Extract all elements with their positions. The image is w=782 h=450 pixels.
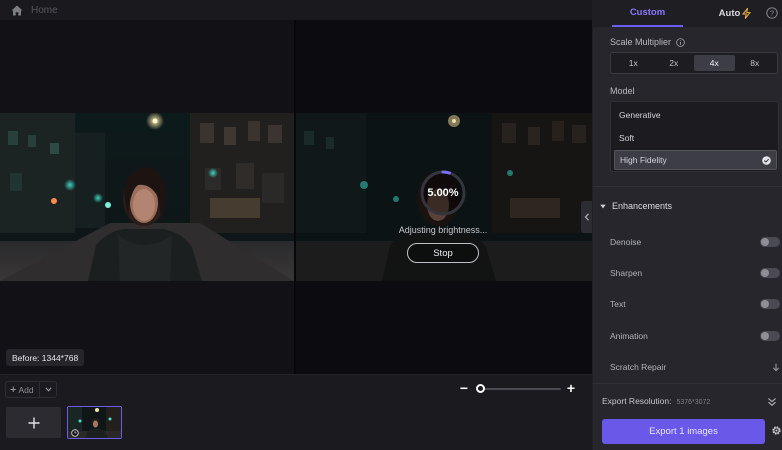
section-divider <box>593 186 782 187</box>
status-text: Adjusting brightness... <box>398 225 488 235</box>
tab-auto-label: Auto <box>718 7 741 19</box>
mode-tabs: Custom Auto ? <box>593 0 782 27</box>
denoise-toggle[interactable] <box>760 237 780 247</box>
enhancements-header[interactable]: Enhancements <box>600 201 672 211</box>
animation-row: Animation <box>610 329 780 343</box>
model-option-generative[interactable]: Generative <box>614 105 777 125</box>
add-image-tile[interactable] <box>6 407 61 438</box>
export-resolution: Export Resolution: 5376*3072 <box>602 396 710 406</box>
settings-panel: Custom Auto ? Scale Multiplier 1x 2x 4x … <box>592 0 782 450</box>
text-toggle[interactable] <box>760 299 780 309</box>
plus-icon: + <box>10 383 17 396</box>
animation-label: Animation <box>610 331 648 341</box>
sharpen-label: Sharpen <box>610 268 643 278</box>
help-icon[interactable]: ? <box>766 7 778 19</box>
plus-icon <box>28 417 39 428</box>
model-option-soft[interactable]: Soft <box>614 128 777 148</box>
model-option-label: High Fidelity <box>620 155 667 165</box>
scale-multiplier-text: Scale Multiplier <box>610 37 672 47</box>
caret-down-icon <box>600 204 606 208</box>
sharpen-toggle[interactable] <box>760 268 780 278</box>
add-button[interactable]: + Add <box>6 384 39 396</box>
section-divider <box>593 383 782 384</box>
export-resolution-value: 5376*3072 <box>676 399 711 406</box>
denoise-row: Denoise <box>610 235 780 249</box>
scale-option-1x[interactable]: 1x <box>613 55 654 71</box>
scale-multiplier-label: Scale Multiplier <box>610 37 685 47</box>
zoom-in-button[interactable]: + <box>565 380 577 396</box>
export-resolution-label: Export Resolution: <box>602 396 672 406</box>
enhancements-title: Enhancements <box>612 201 673 211</box>
image-thumbnail[interactable] <box>67 406 122 439</box>
tab-auto[interactable]: Auto <box>711 0 759 27</box>
text-label: Text <box>610 299 626 309</box>
collapse-panel-button[interactable] <box>581 201 592 233</box>
model-list: Generative Soft High Fidelity <box>610 101 779 172</box>
add-dropdown-button[interactable] <box>39 382 56 397</box>
denoise-label: Denoise <box>610 237 642 247</box>
export-button[interactable]: Export 1 images <box>602 419 765 444</box>
model-option-high-fidelity[interactable]: High Fidelity <box>614 150 777 170</box>
scale-option-2x[interactable]: 2x <box>654 55 695 71</box>
zoom-out-button[interactable]: − <box>458 380 470 396</box>
progress-percent: 5.00% <box>427 187 459 199</box>
animation-toggle[interactable] <box>760 331 780 341</box>
check-circle-icon <box>762 156 771 165</box>
stop-button[interactable]: Stop <box>407 243 479 263</box>
scratch-repair-row[interactable]: Scratch Repair <box>610 360 780 374</box>
breadcrumb[interactable]: Home <box>31 5 58 16</box>
home-icon[interactable] <box>11 5 23 16</box>
add-button-group: + Add <box>5 381 57 398</box>
zoom-slider-thumb[interactable] <box>476 384 485 393</box>
clock-icon <box>71 429 79 437</box>
scale-option-4x[interactable]: 4x <box>694 55 735 71</box>
arrow-down-icon <box>772 363 780 371</box>
scale-multiplier-selector: 1x 2x 4x 8x <box>610 52 778 74</box>
model-option-label: Generative <box>619 110 661 120</box>
lightning-icon <box>742 8 752 19</box>
chevron-left-icon <box>584 213 589 221</box>
tab-custom[interactable]: Custom <box>612 0 683 27</box>
scale-option-8x[interactable]: 8x <box>735 55 776 71</box>
chevron-down-icon <box>45 387 52 392</box>
before-image <box>0 113 294 281</box>
svg-text:?: ? <box>770 9 774 18</box>
add-label: Add <box>18 384 34 395</box>
info-icon[interactable] <box>676 37 685 47</box>
text-row: Text <box>610 297 780 311</box>
top-bar: Home <box>0 0 592 20</box>
double-chevron-down-icon[interactable] <box>767 397 777 407</box>
scratch-repair-label: Scratch Repair <box>610 362 667 372</box>
model-option-label: Soft <box>619 133 635 143</box>
gear-icon[interactable] <box>771 425 782 436</box>
preview-area: 5.00% Adjusting brightness... Stop <box>0 20 592 374</box>
before-resolution-badge: Before: 1344*768 <box>6 349 85 366</box>
model-label: Model <box>610 86 635 96</box>
zoom-slider-track[interactable] <box>481 388 561 390</box>
bottom-toolbar: + Add − + <box>0 374 592 450</box>
sharpen-row: Sharpen <box>610 266 780 280</box>
